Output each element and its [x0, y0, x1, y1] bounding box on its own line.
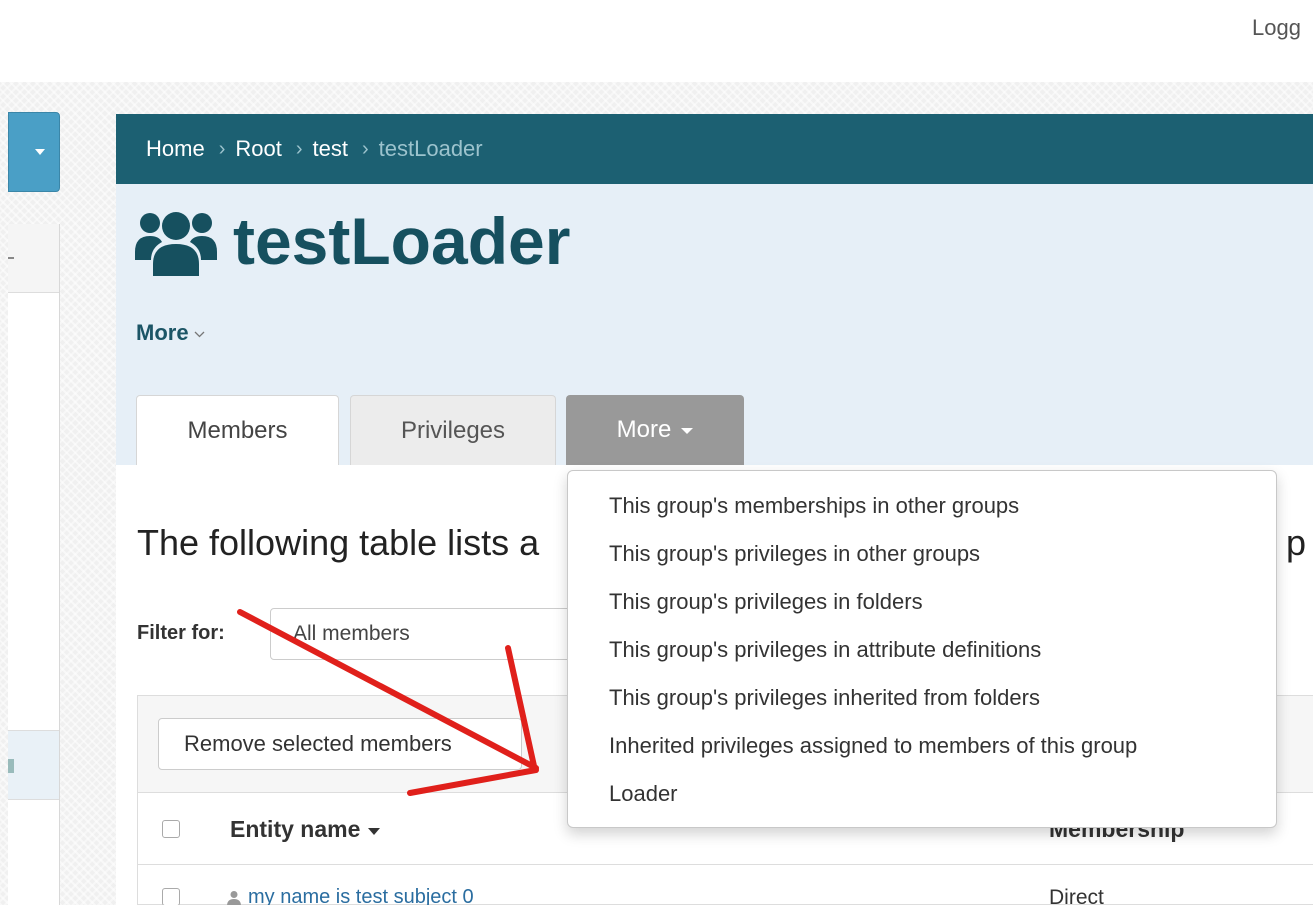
tab-label: Members [187, 416, 288, 444]
handle-icon[interactable] [8, 759, 14, 773]
menu-item-privileges-inherited-from-folders[interactable]: This group's privileges inherited from f… [568, 675, 1276, 723]
tab-label: More [616, 416, 672, 443]
remove-button-label: Remove selected members [184, 731, 452, 756]
entity-name: my name is test subject 0 [248, 886, 474, 905]
menu-item-privileges-in-attribute-definitions[interactable]: This group's privileges in attribute def… [568, 627, 1276, 675]
breadcrumb-home[interactable]: Home [146, 136, 205, 162]
menu-item-privileges-in-folders[interactable]: This group's privileges in folders [568, 579, 1276, 627]
filter-value: All members [293, 622, 410, 645]
breadcrumb-current: testLoader [378, 136, 483, 161]
chevron-down-icon [194, 331, 205, 337]
filter-label: Filter for: [137, 622, 225, 644]
caret-down-icon [35, 149, 45, 155]
tab-privileges[interactable]: Privileges [350, 395, 556, 465]
group-icon [135, 212, 217, 276]
more-dropdown-menu: This group's memberships in other groups… [567, 470, 1277, 828]
menu-item-inherited-privileges-assigned[interactable]: Inherited privileges assigned to members… [568, 723, 1276, 771]
sidebar-panel-header [8, 224, 59, 293]
page-title: testLoader [233, 204, 571, 278]
more-actions-label: More [136, 320, 189, 345]
menu-item-privileges-in-other-groups[interactable]: This group's privileges in other groups [568, 531, 1276, 579]
tab-label: Privileges [400, 416, 506, 444]
sidebar-dropdown-button[interactable] [8, 112, 60, 192]
select-all-checkbox[interactable] [162, 820, 180, 838]
chevron-right-icon: › [218, 137, 226, 160]
title-row: testLoader [135, 206, 570, 276]
breadcrumb-root[interactable]: Root [235, 136, 281, 162]
sort-desc-icon [368, 827, 381, 835]
top-bar: Logg [0, 0, 1313, 82]
logged-in-text: Logg [1252, 15, 1301, 40]
column-label: Entity name [230, 816, 361, 842]
more-actions-link[interactable]: More [136, 320, 205, 346]
user-icon [227, 890, 241, 905]
caret-down-icon [681, 428, 694, 434]
tab-members[interactable]: Members [136, 395, 339, 465]
tab-more[interactable]: More [566, 395, 744, 465]
remove-selected-members-button[interactable]: Remove selected members [158, 718, 522, 770]
group-header: testLoader More Members Privileges More [116, 184, 1313, 465]
column-header-entity-name[interactable]: Entity name [230, 816, 381, 843]
row-checkbox[interactable] [162, 888, 180, 905]
entity-link[interactable]: my name is test subject 0 [226, 886, 474, 905]
chevron-right-icon: › [361, 137, 369, 160]
chevron-right-icon: › [295, 137, 303, 160]
breadcrumb-test[interactable]: test [313, 136, 348, 162]
menu-item-memberships-in-other-groups[interactable]: This group's memberships in other groups [568, 483, 1276, 531]
breadcrumb: Home › Root › test › testLoader [116, 114, 1313, 184]
collapse-icon[interactable] [8, 257, 14, 259]
table-description-tail: p [1286, 522, 1307, 563]
membership-value: Direct [1049, 886, 1104, 905]
sidebar-panel [8, 224, 60, 905]
sidebar-panel-header [8, 730, 59, 800]
table-description: The following table lists a [137, 522, 540, 563]
menu-item-loader[interactable]: Loader [568, 771, 1276, 819]
table-row: my name is test subject 0 Direct [138, 864, 1313, 905]
